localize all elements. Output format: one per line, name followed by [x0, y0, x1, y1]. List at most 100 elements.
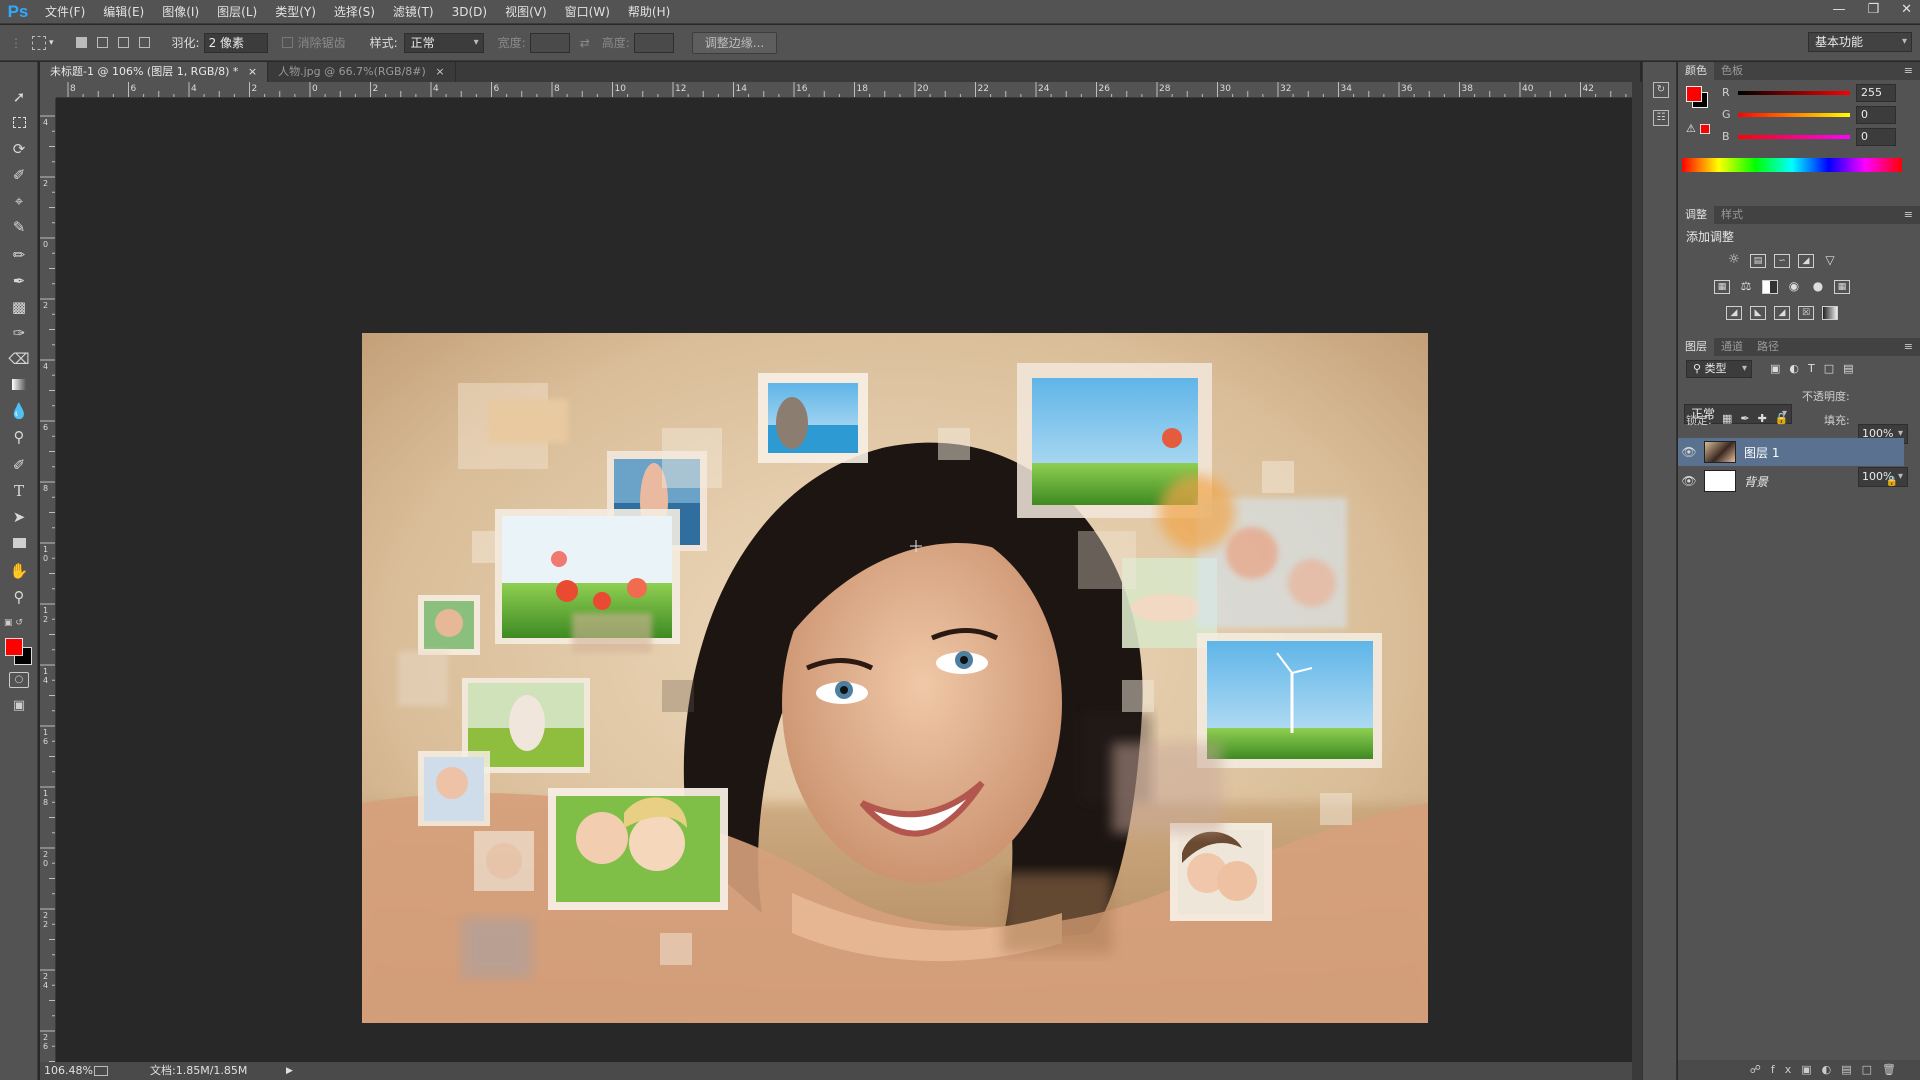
lock-icons[interactable]: ▦✒✚🔒 [1722, 412, 1797, 425]
history-brush-tool-icon[interactable]: ✑ [8, 322, 30, 344]
foreground-color-swatch[interactable] [1686, 86, 1702, 102]
brightness-icon[interactable]: ☼ [1726, 253, 1742, 268]
crop-tool-icon[interactable]: ⌖ [8, 190, 30, 212]
color-spectrum-bar[interactable] [1682, 158, 1902, 172]
channel-b-slider[interactable] [1738, 135, 1850, 139]
close-tab-icon[interactable]: × [435, 65, 444, 78]
swap-icon[interactable]: ⇄ [580, 36, 590, 50]
canvas-area[interactable] [56, 98, 1632, 1062]
posterize-icon[interactable]: ◣ [1750, 306, 1766, 320]
curves-icon[interactable]: ∽ [1774, 254, 1790, 268]
close-tab-icon[interactable]: × [248, 65, 257, 78]
workspace-select[interactable]: 基本功能 [1808, 32, 1912, 52]
tab-untitled[interactable]: 未标题-1 @ 106% (图层 1, RGB/8) * × [40, 62, 269, 82]
layer-row-layer-1[interactable]: 👁 图层 1 [1678, 438, 1904, 466]
gradient-map-icon[interactable] [1822, 306, 1838, 320]
style-select[interactable]: 正常 [403, 32, 484, 53]
channel-b-input[interactable]: 0 [1856, 128, 1896, 146]
tab-styles[interactable]: 样式 [1714, 206, 1750, 224]
clone-stamp-tool-icon[interactable]: ▩ [8, 296, 30, 318]
levels-icon[interactable]: ▤ [1750, 254, 1766, 268]
default-colors-icon[interactable]: ▣ ↺ [4, 618, 34, 630]
photo-filter-icon[interactable]: ◉ [1786, 280, 1802, 294]
layer-row-background[interactable]: 👁 背景 🔒 [1678, 467, 1904, 495]
gamut-color-swatch[interactable] [1700, 124, 1710, 134]
tab-color[interactable]: 颜色 [1678, 62, 1714, 80]
selective-color-icon[interactable]: ☒ [1798, 306, 1814, 320]
threshold-icon[interactable]: ◢ [1774, 306, 1790, 320]
height-input[interactable] [633, 32, 674, 53]
channel-mixer-icon[interactable]: ● [1810, 280, 1826, 294]
antialias-checkbox[interactable]: 消除锯齿 [281, 34, 346, 51]
menu-help[interactable]: 帮助(H) [619, 0, 679, 24]
dodge-tool-icon[interactable]: ⚲ [8, 426, 30, 448]
new-selection-icon[interactable] [75, 37, 87, 48]
add-selection-icon[interactable] [96, 37, 108, 48]
menu-edit[interactable]: 编辑(E) [94, 0, 153, 24]
quick-mask-icon[interactable]: ○ [9, 672, 29, 688]
vibrance-icon[interactable]: ▽ [1822, 254, 1838, 268]
layer-filter-select[interactable]: ⚲ 类型 [1686, 360, 1752, 378]
channel-r-input[interactable]: 255 [1856, 84, 1896, 102]
zoom-tool-icon[interactable]: ⚲ [8, 586, 30, 608]
healing-brush-tool-icon[interactable]: ✏ [8, 244, 30, 266]
screen-mode-icon[interactable]: ▣ [9, 698, 29, 714]
intersect-selection-icon[interactable] [138, 37, 150, 48]
type-tool-icon[interactable]: T [8, 480, 30, 502]
ruler-corner[interactable] [40, 82, 56, 98]
color-balance-icon[interactable]: ⚖ [1738, 280, 1754, 294]
layer-name[interactable]: 图层 1 [1744, 444, 1779, 461]
properties-panel-icon[interactable]: ☷ [1653, 110, 1669, 126]
menu-image[interactable]: 图像(I) [153, 0, 208, 24]
rectangle-tool-icon[interactable] [8, 532, 30, 554]
layer-name[interactable]: 背景 [1744, 473, 1768, 490]
minimize-icon[interactable]: — [1832, 0, 1845, 20]
tab-adjustments[interactable]: 调整 [1678, 206, 1714, 224]
menu-view[interactable]: 视图(V) [496, 0, 556, 24]
menu-layer[interactable]: 图层(L) [208, 0, 266, 24]
panel-menu-icon[interactable]: ≡ [1897, 62, 1920, 80]
menu-window[interactable]: 窗口(W) [556, 0, 619, 24]
history-panel-icon[interactable]: ↻ [1653, 82, 1669, 98]
tab-person-jpg[interactable]: 人物.jpg @ 66.7%(RGB/8#) × [268, 62, 456, 82]
subtract-selection-icon[interactable] [117, 37, 129, 48]
document-canvas[interactable] [362, 333, 1428, 1023]
move-tool-icon[interactable]: ➚ [8, 86, 30, 108]
tab-channels[interactable]: 通道 [1714, 338, 1750, 356]
gradient-tool-icon[interactable] [8, 374, 30, 396]
exposure-icon[interactable]: ◢ [1798, 254, 1814, 268]
menu-type[interactable]: 类型(Y) [266, 0, 325, 24]
menu-select[interactable]: 选择(S) [325, 0, 384, 24]
channel-g-input[interactable]: 0 [1856, 106, 1896, 124]
hand-tool-icon[interactable]: ✋ [8, 560, 30, 582]
vertical-ruler[interactable]: 4202468101214161820222426 [40, 98, 56, 1062]
horizontal-ruler[interactable]: 8 6 4 2 0 2 4 6 8 10 12 14 16 18 20 22 24 26 28 30 32 34 36 38 4… [56, 82, 1632, 98]
eyedropper-tool-icon[interactable]: ✎ [8, 216, 30, 238]
panel-menu-icon[interactable]: ≡ [1897, 338, 1920, 356]
status-menu-arrow-icon[interactable]: ▶ [286, 1062, 293, 1080]
tab-layers[interactable]: 图层 [1678, 338, 1714, 356]
zoom-preview-icon[interactable] [94, 1066, 108, 1076]
marquee-tool-icon[interactable] [8, 112, 30, 134]
visibility-eye-icon[interactable]: 👁 [1678, 474, 1700, 488]
brush-tool-icon[interactable]: ✒ [8, 270, 30, 292]
color-lookup-icon[interactable]: ▦ [1834, 280, 1850, 294]
zoom-level[interactable]: 106.48% [44, 1062, 93, 1080]
tab-paths[interactable]: 路径 [1750, 338, 1786, 356]
panel-menu-icon[interactable]: ≡ [1897, 206, 1920, 224]
width-input[interactable] [529, 32, 570, 53]
quick-select-tool-icon[interactable]: ✐ [8, 164, 30, 186]
channel-r-slider[interactable] [1738, 91, 1850, 95]
hue-saturation-icon[interactable]: ▦ [1714, 280, 1730, 294]
refine-edge-button[interactable]: 调整边缘... [691, 31, 778, 54]
channel-g-slider[interactable] [1738, 113, 1850, 117]
pen-tool-icon[interactable]: ✐ [8, 454, 30, 476]
invert-icon[interactable]: ◢ [1726, 306, 1742, 320]
blur-tool-icon[interactable]: 💧 [8, 400, 30, 422]
menu-3d[interactable]: 3D(D) [443, 0, 496, 24]
restore-icon[interactable]: ❐ [1867, 0, 1879, 20]
close-icon[interactable]: ✕ [1901, 0, 1912, 20]
layers-footer-icons[interactable]: ☍fx▣◐▤□🗑 [1678, 1060, 1920, 1080]
menu-filter[interactable]: 滤镜(T) [384, 0, 443, 24]
tab-swatches[interactable]: 色板 [1714, 62, 1750, 80]
